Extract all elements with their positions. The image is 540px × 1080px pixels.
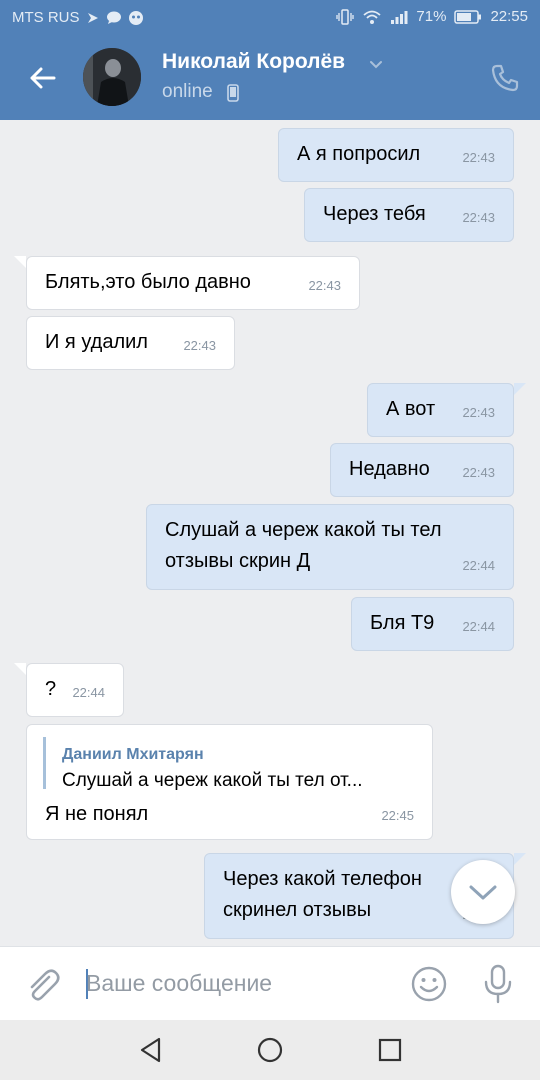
message-bubble[interactable]: Блять,это было давно 22:43 <box>26 256 360 310</box>
chat-header: Николай Королёв online <box>0 36 540 120</box>
message-bubble[interactable]: Слушай а череж какой ты тел отзывы скрин… <box>146 504 514 590</box>
carrier-label: MTS RUS <box>12 9 80 26</box>
nav-home-icon[interactable] <box>256 1036 284 1064</box>
message-text: Я не понял <box>45 803 149 825</box>
message-time: 22:44 <box>462 619 495 634</box>
message-text: Бля Т9 <box>370 612 435 634</box>
bubble-tail <box>514 853 526 865</box>
message-time: 22:43 <box>308 278 341 293</box>
message-time: 22:45 <box>381 808 414 823</box>
message-text: ? <box>45 678 57 700</box>
message-text-line: отзывы скрин Д <box>165 550 311 572</box>
message-text: Недавно <box>349 458 430 480</box>
scroll-to-bottom-button[interactable] <box>451 860 515 924</box>
message-text-line: Слушай а череж какой ты тел <box>165 519 442 541</box>
avatar-person-icon <box>83 48 141 106</box>
message-bubble[interactable]: Недавно 22:43 <box>330 443 514 497</box>
message-bubble[interactable]: ? 22:44 <box>26 663 124 717</box>
quote-bar <box>43 737 46 789</box>
quote-text[interactable]: Слушай а череж какой ты тел от... <box>62 765 363 796</box>
message-text: А вот <box>386 398 436 420</box>
message-composer <box>0 946 540 1021</box>
chevron-down-icon <box>469 885 497 900</box>
contact-name[interactable]: Николай Королёв <box>162 50 345 74</box>
mobile-device-icon <box>227 84 239 102</box>
message-text: А я попросил <box>297 143 421 165</box>
message-bubble[interactable]: Через тебя 22:43 <box>304 188 514 242</box>
system-navigation-bar <box>0 1020 540 1080</box>
status-bar: MTS RUS 71% 22:55 <box>0 0 540 36</box>
message-bubble[interactable]: А я попросил 22:43 <box>278 128 514 182</box>
chevron-down-icon[interactable] <box>368 56 384 72</box>
bubble-tail <box>14 663 26 675</box>
message-time: 22:44 <box>462 558 495 573</box>
message-time: 22:43 <box>462 210 495 225</box>
message-time: 22:43 <box>183 338 216 353</box>
message-text: И я удалил <box>45 331 148 353</box>
bubble-tail <box>514 383 526 395</box>
battery-percent: 71% <box>416 8 447 25</box>
message-time: 22:44 <box>72 685 105 700</box>
nav-back-icon[interactable] <box>137 1036 165 1064</box>
bubble-tail <box>14 256 26 268</box>
arrow-left-icon[interactable] <box>26 62 58 94</box>
message-list[interactable]: А я попросил 22:43 Через тебя 22:43 Блят… <box>0 120 540 946</box>
message-time: 22:43 <box>462 150 495 165</box>
avatar[interactable] <box>83 48 141 106</box>
paperclip-icon[interactable] <box>22 965 62 1005</box>
smiley-icon[interactable] <box>410 965 448 1003</box>
nav-recent-apps-icon[interactable] <box>376 1036 404 1064</box>
vibrate-icon <box>336 8 355 25</box>
battery-icon <box>454 9 482 24</box>
message-bubble[interactable]: А вот 22:43 <box>367 383 514 437</box>
signal-arrow-icon <box>87 12 98 23</box>
message-bubble[interactable]: Бля Т9 22:44 <box>351 597 514 651</box>
message-bubble[interactable]: И я удалил 22:43 <box>26 316 235 370</box>
reply-message-bubble[interactable]: Даниил Мхитарян Слушай а череж какой ты … <box>26 724 433 840</box>
app-notification-icon <box>128 10 143 25</box>
microphone-icon[interactable] <box>480 963 516 1005</box>
message-time: 22:43 <box>462 465 495 480</box>
message-time: 22:43 <box>462 405 495 420</box>
presence-status: online <box>162 81 213 102</box>
message-text: Через тебя <box>323 203 426 225</box>
chat-bubble-icon <box>106 11 121 24</box>
phone-icon[interactable] <box>490 63 520 93</box>
message-input[interactable] <box>86 963 386 1003</box>
message-text: Блять,это было давно <box>45 271 251 293</box>
wifi-icon <box>363 10 382 24</box>
cell-signal-icon <box>391 10 408 24</box>
clock: 22:55 <box>490 8 528 25</box>
